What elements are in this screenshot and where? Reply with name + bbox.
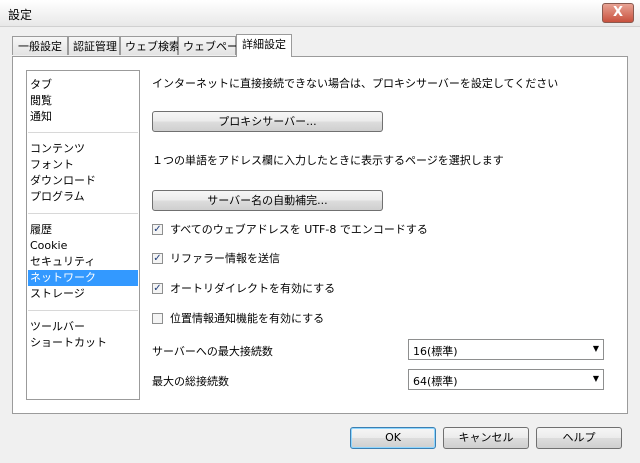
help-button[interactable]: ヘルプ	[536, 427, 622, 449]
utf8-encode-label: すべてのウェブアドレスを UTF-8 でエンコードする	[170, 223, 428, 236]
sidebar-item-cookie[interactable]: Cookie	[28, 238, 138, 254]
send-referrer-checkbox[interactable]: ✓	[152, 253, 163, 264]
category-list: タブ 閲覧 通知 コンテンツ フォント ダウンロード プログラム 履歴 Cook…	[26, 70, 140, 400]
sidebar-item-history[interactable]: 履歴	[28, 222, 138, 238]
send-referrer-label: リファラー情報を送信	[170, 252, 280, 265]
auto-redirect-label: オートリダイレクトを有効にする	[170, 282, 336, 295]
chevron-down-icon: ▼	[592, 374, 599, 383]
tab-web-search[interactable]: ウェブ検索	[120, 36, 180, 55]
proxy-description: インターネットに直接接続できない場合は、プロキシサーバーを設定してください	[152, 77, 559, 90]
ok-button[interactable]: OK	[350, 427, 436, 449]
sidebar-item-notifications[interactable]: 通知	[28, 109, 138, 125]
chevron-down-icon: ▼	[592, 344, 599, 353]
sidebar-divider	[28, 132, 138, 133]
sidebar-divider	[28, 213, 138, 214]
tab-web-page[interactable]: ウェブページ	[178, 36, 249, 55]
geolocation-label: 位置情報通知機能を有効にする	[170, 312, 325, 325]
max-server-connections-select[interactable]: 16(標準) ▼	[408, 339, 604, 360]
sidebar-item-tabs[interactable]: タブ	[28, 77, 138, 93]
close-icon: X	[612, 5, 624, 20]
sidebar-item-toolbar[interactable]: ツールバー	[28, 319, 138, 335]
sidebar-item-downloads[interactable]: ダウンロード	[28, 173, 138, 189]
sidebar-item-browsing[interactable]: 閲覧	[28, 93, 138, 109]
sidebar-item-programs[interactable]: プログラム	[28, 189, 138, 205]
autocomplete-description: １つの単語をアドレス欄に入力したときに表示するページを選択します	[152, 154, 504, 167]
sidebar-divider	[28, 310, 138, 311]
server-autocomplete-button[interactable]: サーバー名の自動補完...	[152, 190, 383, 211]
max-total-connections-value: 64(標準)	[413, 375, 458, 388]
tab-advanced[interactable]: 詳細設定	[236, 34, 292, 57]
sidebar-item-shortcuts[interactable]: ショートカット	[28, 335, 138, 351]
network-settings: インターネットに直接接続できない場合は、プロキシサーバーを設定してください プロ…	[152, 70, 612, 400]
settings-panel: タブ 閲覧 通知 コンテンツ フォント ダウンロード プログラム 履歴 Cook…	[12, 56, 628, 414]
sidebar-item-storage[interactable]: ストレージ	[28, 286, 138, 302]
sidebar-item-fonts[interactable]: フォント	[28, 157, 138, 173]
max-server-connections-value: 16(標準)	[413, 345, 458, 358]
window-title: 設定	[8, 8, 33, 22]
title-bar: 設定 X	[0, 0, 640, 27]
proxy-server-button[interactable]: プロキシサーバー...	[152, 111, 383, 132]
sidebar-item-content[interactable]: コンテンツ	[28, 141, 138, 157]
max-total-connections-label: 最大の総接続数	[152, 375, 229, 388]
max-total-connections-select[interactable]: 64(標準) ▼	[408, 369, 604, 390]
cancel-button[interactable]: キャンセル	[443, 427, 529, 449]
auto-redirect-checkbox[interactable]: ✓	[152, 283, 163, 294]
max-server-connections-label: サーバーへの最大接続数	[152, 345, 273, 358]
sidebar-item-network[interactable]: ネットワーク	[28, 270, 138, 286]
close-button[interactable]: X	[602, 3, 634, 23]
sidebar-item-security[interactable]: セキュリティ	[28, 254, 138, 270]
geolocation-checkbox[interactable]	[152, 313, 163, 324]
utf8-encode-checkbox[interactable]: ✓	[152, 224, 163, 235]
tab-authentication[interactable]: 認証管理	[68, 36, 120, 55]
tab-general[interactable]: 一般設定	[12, 36, 68, 55]
